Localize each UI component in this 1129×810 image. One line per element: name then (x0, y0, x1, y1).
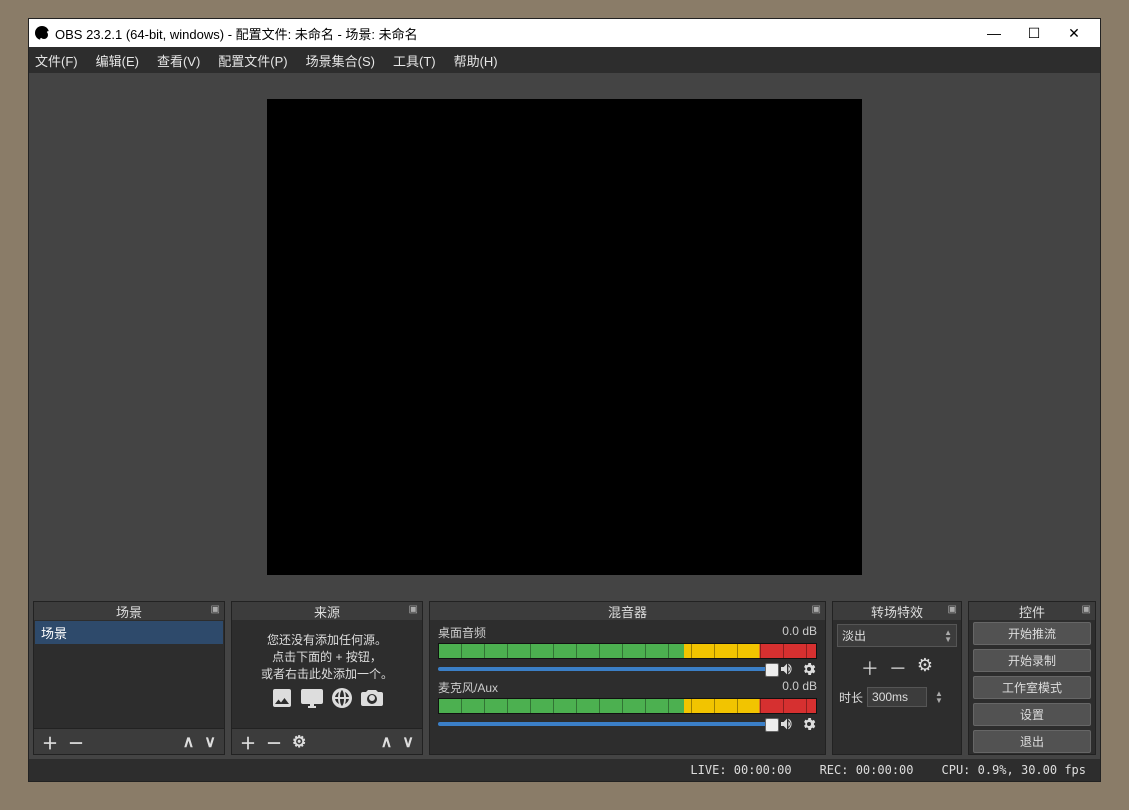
audio-meter (438, 698, 817, 714)
duration-input[interactable] (867, 687, 927, 707)
dock-mixer-title: 混音器 (608, 602, 647, 621)
undock-icon[interactable]: ▣ (948, 604, 957, 615)
scenes-list[interactable]: 场景 (34, 620, 224, 728)
scene-down-button[interactable]: ∨ (204, 732, 216, 752)
dock-scenes-header: 场景 ▣ (34, 602, 224, 620)
dock-controls: 控件 ▣ 开始推流 开始录制 工作室模式 设置 退出 (968, 601, 1096, 755)
sources-toolbar: ＋ － ⚙ ∧ ∨ (232, 728, 422, 754)
dock-transitions-header: 转场特效 ▣ (833, 602, 961, 620)
sources-empty-msg: 您还没有添加任何源。 点击下面的 + 按钮， 或者右击此处添加一个。 (232, 620, 422, 722)
dock-sources-header: 来源 ▣ (232, 602, 422, 620)
scene-up-button[interactable]: ∧ (183, 732, 195, 752)
source-properties-button[interactable]: ⚙ (292, 732, 306, 752)
dock-controls-header: 控件 ▣ (969, 602, 1095, 620)
sources-msg-line: 您还没有添加任何源。 (240, 632, 414, 649)
track-name: 麦克风/Aux (438, 679, 498, 696)
dock-controls-title: 控件 (1019, 602, 1045, 621)
audio-meter (438, 643, 817, 659)
image-icon (270, 686, 294, 710)
status-rec: REC: 00:00:00 (820, 763, 914, 777)
transition-selected-label: 淡出 (842, 627, 866, 644)
dock-sources-title: 来源 (314, 602, 340, 621)
speaker-icon[interactable] (779, 661, 795, 677)
camera-icon (360, 686, 384, 710)
add-scene-button[interactable]: ＋ (42, 730, 58, 754)
track-name: 桌面音频 (438, 624, 486, 641)
status-cpu: CPU: 0.9%, 30.00 fps (942, 763, 1087, 777)
dock-scenes: 场景 ▣ 场景 ＋ － ∧ ∨ (33, 601, 225, 755)
preview-canvas[interactable] (267, 99, 862, 575)
menu-tools[interactable]: 工具(T) (393, 51, 436, 70)
menu-help[interactable]: 帮助(H) (454, 51, 498, 70)
mixer-track: 麦克风/Aux 0.0 dB (438, 679, 817, 732)
undock-icon[interactable]: ▣ (1082, 604, 1091, 615)
globe-icon (330, 686, 354, 710)
menu-scene-collection[interactable]: 场景集合(S) (306, 51, 375, 70)
dock-sources: 来源 ▣ 您还没有添加任何源。 点击下面的 + 按钮， 或者右击此处添加一个。 (231, 601, 423, 755)
monitor-icon (300, 686, 324, 710)
mixer-track: 桌面音频 0.0 dB (438, 624, 817, 677)
dock-transitions: 转场特效 ▣ 淡出 ▲▼ ＋ － ⚙ 时长 ▲▼ (832, 601, 962, 755)
exit-button[interactable]: 退出 (973, 730, 1091, 753)
gear-icon[interactable] (801, 716, 817, 732)
spinner-arrows-icon[interactable]: ▲▼ (935, 690, 943, 704)
undock-icon[interactable]: ▣ (211, 604, 220, 615)
close-button[interactable]: ✕ (1054, 19, 1094, 47)
volume-slider[interactable] (438, 667, 773, 671)
dock-transitions-title: 转场特效 (871, 602, 923, 621)
menu-view[interactable]: 查看(V) (157, 51, 200, 70)
scenes-toolbar: ＋ － ∧ ∨ (34, 728, 224, 754)
dock-scenes-title: 场景 (116, 602, 142, 621)
obs-logo-icon (35, 26, 49, 40)
sources-msg-line: 或者右击此处添加一个。 (240, 666, 414, 683)
dock-mixer: 混音器 ▣ 桌面音频 0.0 dB (429, 601, 826, 755)
track-db: 0.0 dB (782, 624, 817, 641)
volume-slider[interactable] (438, 722, 773, 726)
dock-mixer-header: 混音器 ▣ (430, 602, 825, 620)
menu-file[interactable]: 文件(F) (35, 51, 78, 70)
dropdown-arrows-icon: ▲▼ (944, 629, 952, 643)
mixer-body: 桌面音频 0.0 dB 麦克风/Aux 0. (430, 620, 825, 736)
minimize-button[interactable]: ― (974, 19, 1014, 47)
sources-list[interactable]: 您还没有添加任何源。 点击下面的 + 按钮， 或者右击此处添加一个。 (232, 620, 422, 728)
duration-label: 时长 (839, 689, 863, 706)
add-transition-button[interactable]: ＋ (861, 655, 879, 681)
undock-icon[interactable]: ▣ (812, 604, 821, 615)
statusbar: LIVE: 00:00:00 REC: 00:00:00 CPU: 0.9%, … (29, 759, 1100, 781)
transition-select[interactable]: 淡出 ▲▼ (837, 624, 957, 647)
remove-source-button[interactable]: － (266, 730, 282, 754)
remove-transition-button[interactable]: － (889, 655, 907, 681)
scene-item[interactable]: 场景 (35, 621, 223, 644)
start-streaming-button[interactable]: 开始推流 (973, 622, 1091, 645)
titlebar: OBS 23.2.1 (64-bit, windows) - 配置文件: 未命名… (29, 19, 1100, 47)
gear-icon[interactable] (801, 661, 817, 677)
docks-row: 场景 ▣ 场景 ＋ － ∧ ∨ 来源 ▣ 您还没有添加任何源。 (29, 601, 1100, 759)
source-down-button[interactable]: ∨ (402, 732, 414, 752)
maximize-button[interactable]: ☐ (1014, 19, 1054, 47)
add-source-button[interactable]: ＋ (240, 730, 256, 754)
studio-mode-button[interactable]: 工作室模式 (973, 676, 1091, 699)
settings-button[interactable]: 设置 (973, 703, 1091, 726)
status-live: LIVE: 00:00:00 (690, 763, 791, 777)
menu-profile[interactable]: 配置文件(P) (218, 51, 287, 70)
sources-msg-line: 点击下面的 + 按钮， (240, 649, 414, 666)
source-up-button[interactable]: ∧ (381, 732, 393, 752)
speaker-icon[interactable] (779, 716, 795, 732)
window-title: OBS 23.2.1 (64-bit, windows) - 配置文件: 未命名… (55, 24, 974, 43)
track-db: 0.0 dB (782, 679, 817, 696)
undock-icon[interactable]: ▣ (409, 604, 418, 615)
transition-properties-button[interactable]: ⚙ (917, 655, 933, 681)
menu-edit[interactable]: 编辑(E) (96, 51, 139, 70)
menubar: 文件(F) 编辑(E) 查看(V) 配置文件(P) 场景集合(S) 工具(T) … (29, 47, 1100, 73)
preview-area (29, 73, 1100, 601)
remove-scene-button[interactable]: － (68, 730, 84, 754)
app-window: OBS 23.2.1 (64-bit, windows) - 配置文件: 未命名… (28, 18, 1101, 782)
start-recording-button[interactable]: 开始录制 (973, 649, 1091, 672)
